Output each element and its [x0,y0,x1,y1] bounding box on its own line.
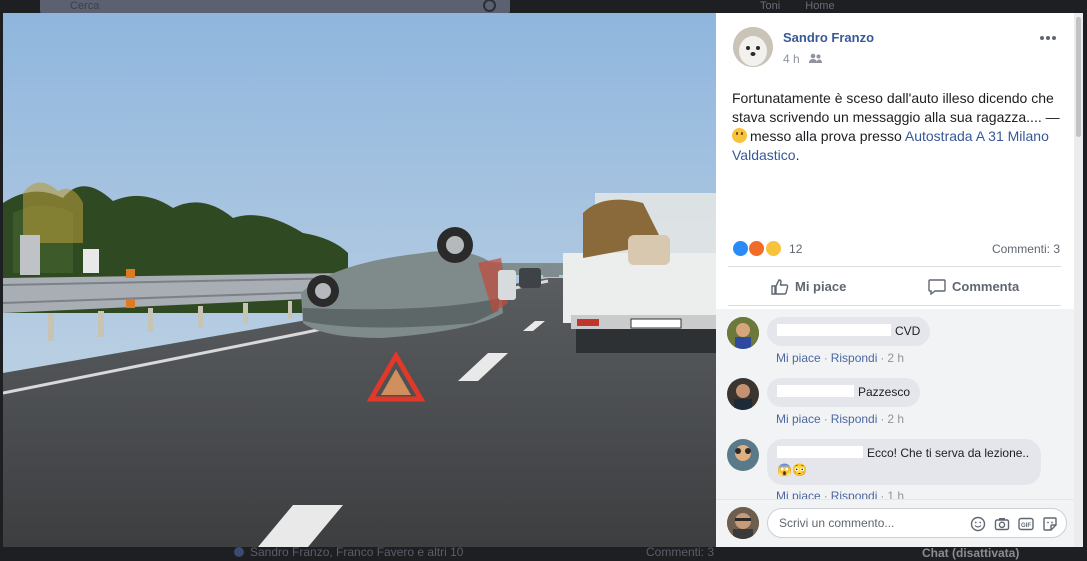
angry-icon [748,240,766,257]
post-author-link[interactable]: Sandro Franzo [783,30,874,45]
post-activity: messo alla prova presso [750,128,902,144]
background-search-placeholder: Cerca [70,0,100,12]
background-nav-profile: Toni [760,0,781,12]
comment-button[interactable]: Commenta [928,279,1019,299]
commenter-avatar[interactable] [727,378,759,410]
post-activity-suffix: . [795,147,800,163]
comment-button-label: Commenta [952,279,1020,294]
comment-time[interactable]: 2 h [887,351,904,365]
search-icon [483,0,496,12]
chat-status: Chat (disattivata) [922,546,1020,560]
background-post-footer: Sandro Franzo, Franco Favero e altri 10 [234,545,714,561]
comment-text: CVD [895,324,921,338]
background-top-nav: Toni Home [760,0,1080,12]
sticker-icon[interactable] [1042,516,1058,532]
thumbs-up-icon [771,279,789,295]
commenter-avatar[interactable] [727,317,759,349]
accident-photo-illustration [3,13,716,547]
commenter-avatar[interactable] [727,439,759,471]
comment-actions: Mi piace · Rispondi · 2 h [776,351,905,365]
side-panel-scrollbar[interactable] [1074,13,1083,547]
current-user-avatar[interactable] [727,507,759,539]
svg-text:GIF: GIF [1021,523,1031,529]
comment-actions: Mi piace · Rispondi · 2 h [776,412,905,426]
comment-bubble: Pazzesco [767,378,921,407]
comments-list: CVD Mi piace · Rispondi · 2 h Pazzesco Mi pi… [716,309,1074,503]
comment-bubble: Ecco! Che ti serva da lezione..😱😳 [767,439,1041,485]
gif-icon[interactable]: GIF [1018,516,1034,532]
comment-icon [928,279,946,296]
background-reactors: Sandro Franzo, Franco Favero e altri 10 [250,545,464,559]
comment-like-link[interactable]: Mi piace [776,351,821,365]
comments-count-link[interactable]: Commenti: 3 [992,242,1060,256]
post-meta: 4 h [783,52,823,67]
challenged-emoji-icon [732,128,747,143]
comment-composer: GIF [716,499,1074,547]
like-button-label: Mi piace [795,279,847,294]
like-icon [732,240,749,257]
comment-like-link[interactable]: Mi piace [776,412,821,426]
post-side-panel: Sandro Franzo 4 h Fortunatamente è sceso… [716,13,1074,547]
comment-text: Pazzesco [858,385,911,399]
comment-input-box[interactable]: GIF [767,508,1067,538]
commenter-name-redacted[interactable] [777,324,891,336]
background-search-bar: Cerca [40,0,510,14]
comment-bubble: CVD [767,317,931,346]
background-nav-home: Home [805,0,835,12]
comment-reply-link[interactable]: Rispondi [831,412,878,426]
post-photo[interactable] [3,13,716,547]
post-timestamp[interactable]: 4 h [783,52,800,66]
reactions-summary[interactable]: 12 [732,240,802,258]
divider [728,305,1061,306]
reaction-count[interactable]: 12 [789,242,802,256]
more-options-icon[interactable] [1040,29,1060,41]
scrollbar-thumb[interactable] [1076,17,1081,137]
camera-icon[interactable] [994,516,1010,532]
like-icon [234,547,244,557]
commenter-name-redacted[interactable] [777,385,854,397]
comment-reply-link[interactable]: Rispondi [831,351,878,365]
post-message: Fortunatamente è sceso dall'auto illeso … [732,90,1060,125]
wow-icon [764,240,782,257]
commenter-name-redacted[interactable] [777,446,863,458]
divider [728,266,1061,267]
like-button[interactable]: Mi piace [771,279,846,299]
friends-icon[interactable] [809,53,823,67]
emoji-icon[interactable] [970,516,986,532]
background-comments-count: Commenti: 3 [646,545,715,559]
post-text: Fortunatamente è sceso dall'auto illeso … [732,89,1067,165]
comment-input[interactable] [777,515,971,531]
comment-time[interactable]: 2 h [887,412,904,426]
author-avatar[interactable] [733,27,773,67]
